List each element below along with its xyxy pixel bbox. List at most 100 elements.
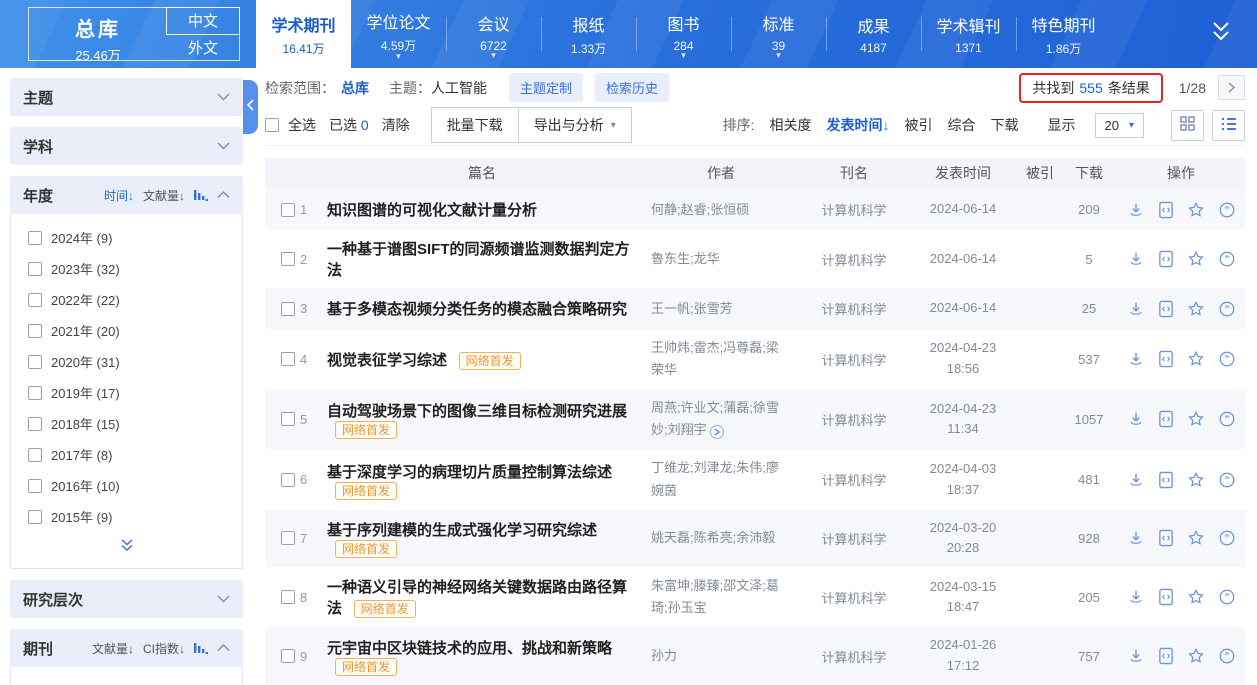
search-history-button[interactable]: 检索历史 bbox=[595, 73, 669, 102]
year-filter-item[interactable]: 2022年 (22) bbox=[11, 284, 242, 315]
chevron-up-icon[interactable] bbox=[217, 639, 230, 657]
sort-option[interactable]: 综合 bbox=[948, 115, 976, 135]
cite-quote-icon[interactable]: ” bbox=[1218, 250, 1236, 268]
sort-option[interactable]: 下载 bbox=[991, 115, 1019, 135]
download-icon[interactable] bbox=[1127, 300, 1145, 318]
html-read-icon[interactable] bbox=[1158, 588, 1174, 606]
authors-text[interactable]: 姚天磊;陈希亮;余沛毅 bbox=[651, 530, 775, 545]
journal-link[interactable]: 计算机科学 bbox=[801, 470, 907, 489]
favorite-star-icon[interactable] bbox=[1187, 410, 1205, 428]
more-authors-icon[interactable] bbox=[710, 425, 724, 439]
paper-title-link[interactable]: 基于多模态视频分类任务的模态融合策略研究 bbox=[327, 301, 627, 318]
sort-option[interactable]: 相关度 bbox=[770, 115, 812, 135]
favorite-star-icon[interactable] bbox=[1187, 250, 1205, 268]
html-read-icon[interactable] bbox=[1158, 471, 1174, 489]
journal-link[interactable]: 计算机科学 bbox=[801, 410, 907, 429]
download-icon[interactable] bbox=[1127, 588, 1145, 606]
journal-link[interactable]: 计算机科学 bbox=[801, 200, 907, 219]
export-analyze-button[interactable]: 导出与分析 ▾ bbox=[518, 107, 632, 143]
row-checkbox[interactable] bbox=[281, 352, 295, 366]
year-filter-item[interactable]: 2018年 (15) bbox=[11, 408, 242, 439]
clear-selection-button[interactable]: 清除 bbox=[382, 115, 410, 135]
resource-tab[interactable]: 学位论文 4.59万 ▾ bbox=[351, 0, 446, 68]
year-filter-item[interactable]: 2020年 (31) bbox=[11, 346, 242, 377]
favorite-star-icon[interactable] bbox=[1187, 647, 1205, 665]
year-sort-by-count[interactable]: 文献量↓ bbox=[143, 187, 185, 204]
panel-topic-header[interactable]: 主题 bbox=[10, 78, 243, 116]
favorite-star-icon[interactable] bbox=[1187, 529, 1205, 547]
row-checkbox[interactable] bbox=[281, 203, 295, 217]
year-checkbox[interactable] bbox=[28, 355, 42, 369]
row-checkbox[interactable] bbox=[281, 531, 295, 545]
favorite-star-icon[interactable] bbox=[1187, 588, 1205, 606]
year-filter-item[interactable]: 2016年 (10) bbox=[11, 470, 242, 501]
year-filter-item[interactable]: 2017年 (8) bbox=[11, 439, 242, 470]
cite-quote-icon[interactable]: ” bbox=[1218, 529, 1236, 547]
year-filter-item[interactable]: 2019年 (17) bbox=[11, 377, 242, 408]
paper-title-link[interactable]: 一种基于谱图SIFT的同源频谱监测数据判定方法 bbox=[327, 241, 630, 279]
year-checkbox[interactable] bbox=[28, 293, 42, 307]
resource-tab[interactable]: 图书 284 ▾ bbox=[636, 0, 731, 68]
year-checkbox[interactable] bbox=[28, 324, 42, 338]
download-icon[interactable] bbox=[1127, 647, 1145, 665]
download-icon[interactable] bbox=[1127, 529, 1145, 547]
year-checkbox[interactable] bbox=[28, 479, 42, 493]
cite-quote-icon[interactable]: ” bbox=[1218, 350, 1236, 368]
row-checkbox[interactable] bbox=[281, 649, 295, 663]
paper-title-link[interactable]: 知识图谱的可视化文献计量分析 bbox=[327, 202, 537, 219]
html-read-icon[interactable] bbox=[1158, 647, 1174, 665]
grid-view-button[interactable] bbox=[1171, 110, 1204, 141]
journal-link[interactable]: 计算机科学 bbox=[801, 250, 907, 269]
sort-option[interactable]: 被引 bbox=[905, 115, 933, 135]
html-read-icon[interactable] bbox=[1158, 201, 1174, 219]
favorite-star-icon[interactable] bbox=[1187, 300, 1205, 318]
scope-value[interactable]: 总库 bbox=[341, 78, 369, 98]
cite-quote-icon[interactable]: ” bbox=[1218, 201, 1236, 219]
sidebar-collapse-handle[interactable] bbox=[243, 80, 258, 134]
year-checkbox[interactable] bbox=[28, 510, 42, 524]
expand-years-button[interactable] bbox=[11, 532, 242, 566]
year-filter-item[interactable]: 2024年 (9) bbox=[11, 222, 242, 253]
year-filter-item[interactable]: 2021年 (20) bbox=[11, 315, 242, 346]
download-icon[interactable] bbox=[1127, 410, 1145, 428]
year-checkbox[interactable] bbox=[28, 417, 42, 431]
authors-text[interactable]: 王一帆;张雪芳 bbox=[651, 301, 733, 316]
resource-tab[interactable]: 成果 4187 bbox=[826, 0, 921, 68]
next-page-button[interactable] bbox=[1218, 75, 1245, 100]
journal-link[interactable]: 计算机科学 bbox=[801, 350, 907, 369]
journal-sort-by-count[interactable]: 文献量↓ bbox=[92, 640, 134, 657]
paper-title-link[interactable]: 基于深度学习的病理切片质量控制算法综述 bbox=[327, 464, 612, 481]
resource-tab[interactable]: 学术辑刊 1371 bbox=[921, 0, 1016, 68]
favorite-star-icon[interactable] bbox=[1187, 471, 1205, 489]
download-icon[interactable] bbox=[1127, 250, 1145, 268]
journal-link[interactable]: 计算机科学 bbox=[801, 299, 907, 318]
authors-text[interactable]: 丁维龙;刘津龙;朱伟;廖婉茵 bbox=[651, 460, 779, 497]
authors-text[interactable]: 朱富坤;滕臻;邵文泽;葛琦;孙玉宝 bbox=[651, 578, 779, 615]
cite-quote-icon[interactable]: ” bbox=[1218, 588, 1236, 606]
row-checkbox[interactable] bbox=[281, 252, 295, 266]
cite-quote-icon[interactable]: ” bbox=[1218, 647, 1236, 665]
panel-subject-header[interactable]: 学科 bbox=[10, 127, 243, 165]
resource-tab[interactable]: 特色期刊 1.86万 bbox=[1016, 0, 1111, 68]
year-filter-item[interactable]: 2023年 (32) bbox=[11, 253, 242, 284]
journal-link[interactable]: 计算机科学 bbox=[801, 647, 907, 666]
total-library-block[interactable]: 总库 25.46万 中文 外文 bbox=[28, 7, 240, 61]
html-read-icon[interactable] bbox=[1158, 410, 1174, 428]
html-read-icon[interactable] bbox=[1158, 250, 1174, 268]
row-checkbox[interactable] bbox=[281, 302, 295, 316]
year-checkbox[interactable] bbox=[28, 448, 42, 462]
cite-quote-icon[interactable]: ” bbox=[1218, 410, 1236, 428]
cite-quote-icon[interactable]: ” bbox=[1218, 471, 1236, 489]
bar-chart-icon[interactable] bbox=[194, 189, 208, 201]
authors-text[interactable]: 何静;赵睿;张恒硕 bbox=[651, 202, 749, 217]
html-read-icon[interactable] bbox=[1158, 529, 1174, 547]
authors-text[interactable]: 王帅炜;雷杰;冯尊磊;梁荣华 bbox=[651, 340, 779, 377]
total-library[interactable]: 总库 25.46万 bbox=[29, 8, 167, 60]
authors-text[interactable]: 鲁东生;龙华 bbox=[651, 251, 720, 266]
year-checkbox[interactable] bbox=[28, 231, 42, 245]
tab-chinese[interactable]: 中文 bbox=[166, 7, 240, 35]
more-resources-button[interactable] bbox=[1185, 0, 1257, 68]
html-read-icon[interactable] bbox=[1158, 300, 1174, 318]
paper-title-link[interactable]: 视觉表征学习综述 bbox=[327, 352, 447, 369]
chevron-up-icon[interactable] bbox=[217, 186, 230, 204]
